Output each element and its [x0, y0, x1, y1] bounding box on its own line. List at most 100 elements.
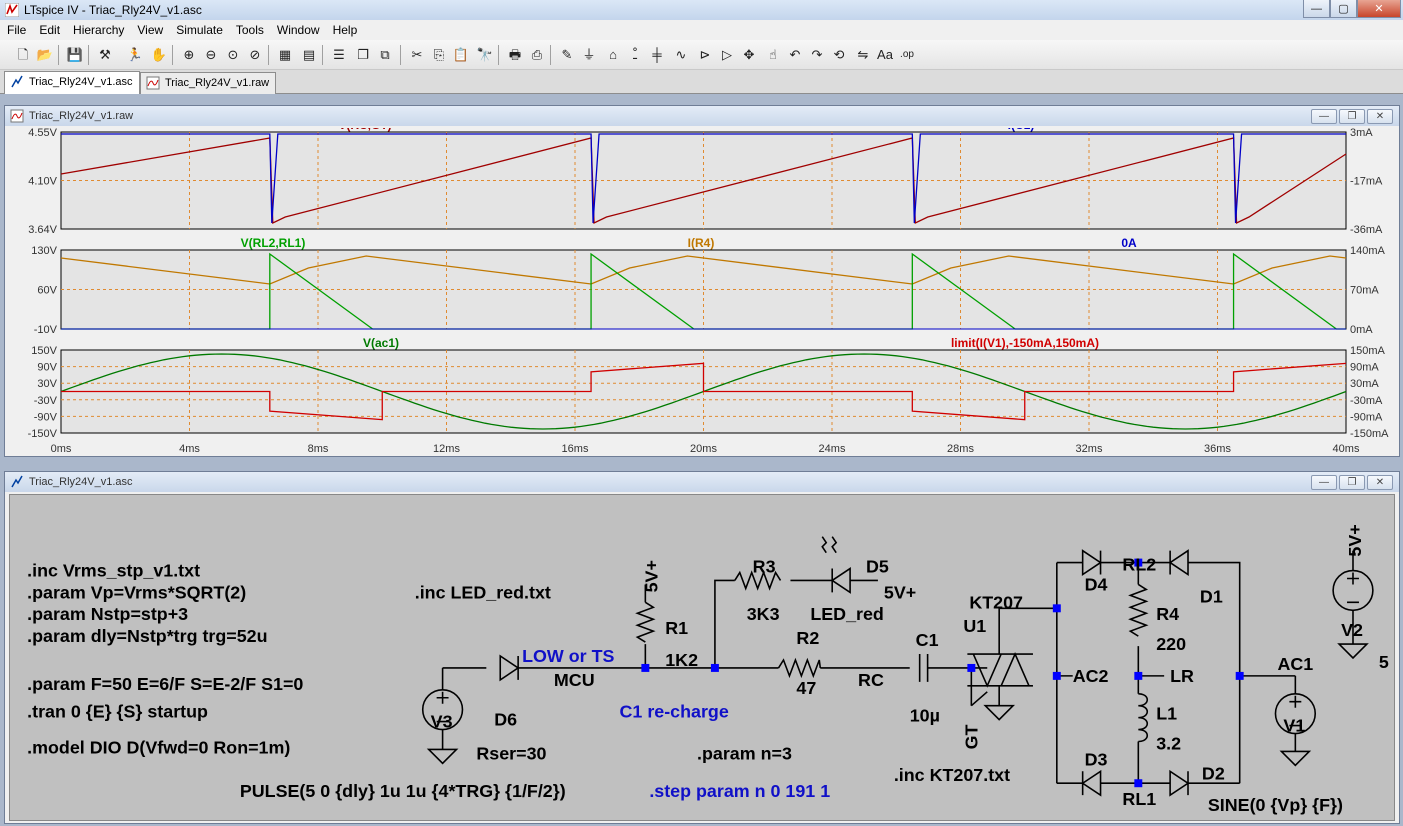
tab-schematic[interactable]: Triac_Rly24V_v1.asc [4, 71, 140, 94]
menu-tools[interactable]: Tools [229, 23, 270, 37]
inc-kt207-directive[interactable]: .inc KT207.txt [894, 765, 1010, 785]
print-icon[interactable]: ⎙ [528, 46, 546, 64]
autorange-icon[interactable]: ▤ [300, 46, 318, 64]
minimize-button[interactable]: — [1311, 109, 1337, 124]
x-tick-label: 36ms [1204, 443, 1231, 455]
menu-hierarchy[interactable]: Hierarchy [66, 23, 130, 37]
restore-button[interactable]: ❐ [1339, 109, 1365, 124]
control-panel-icon[interactable]: ⚒ [96, 46, 114, 64]
v2-value: 5 [1379, 652, 1389, 672]
zoom-cancel-icon[interactable]: ⊘ [246, 46, 264, 64]
schematic-canvas[interactable]: .inc Vrms_stp_v1.txt .param Vp=Vrms*SQRT… [9, 494, 1395, 821]
rser-value[interactable]: Rser=30 [476, 743, 546, 763]
close-button[interactable]: ✕ [1367, 475, 1393, 490]
tab-waveform[interactable]: Triac_Rly24V_v1.raw [140, 72, 277, 94]
left-tick-label: 60V [37, 285, 57, 297]
directive-line[interactable]: .tran 0 {E} {S} startup [27, 702, 208, 722]
x-tick-label: 28ms [947, 443, 974, 455]
net-label-c1-recharge: C1 re-charge [620, 702, 729, 722]
toolbar-separator [498, 45, 499, 65]
copy-icon[interactable]: ⎘ [430, 46, 448, 64]
new-schematic-icon[interactable]: 🗋 [14, 46, 32, 64]
rotate-icon[interactable]: ⟲ [830, 46, 848, 64]
directive-line[interactable]: .inc Vrms_stp_v1.txt [27, 560, 200, 580]
directive-line[interactable]: .param Nstp=stp+3 [27, 604, 188, 624]
toolbar-separator [400, 45, 401, 65]
diode-icon[interactable]: ⊳ [696, 46, 714, 64]
menu-view[interactable]: View [130, 23, 169, 37]
junction-dot [1052, 671, 1061, 680]
close-button[interactable]: ✕ [1357, 0, 1401, 18]
trace-label[interactable]: I(R4) [688, 236, 715, 250]
restore-button[interactable]: ❐ [1339, 475, 1365, 490]
tile-horizontal-icon[interactable]: ☰ [330, 46, 348, 64]
inductor-icon[interactable]: ∿ [672, 46, 690, 64]
zoom-in-icon[interactable]: ⊕ [180, 46, 198, 64]
directive-line[interactable]: .param Vp=Vrms*SQRT(2) [27, 582, 246, 602]
zoom-fit-icon[interactable]: ⊙ [224, 46, 242, 64]
close-button[interactable]: ✕ [1367, 109, 1393, 124]
minimize-button[interactable]: — [1303, 0, 1330, 18]
u1-value: KT207 [969, 592, 1023, 612]
schematic-window-title: Triac_Rly24V_v1.asc [29, 476, 133, 488]
open-icon[interactable]: 📂 [36, 46, 54, 64]
right-tick-label: -90mA [1350, 411, 1383, 423]
pan-icon[interactable]: ✋ [150, 46, 168, 64]
save-icon[interactable]: 💾 [66, 46, 84, 64]
capacitor-icon[interactable]: ╪ [648, 46, 666, 64]
d6-name: D6 [494, 710, 517, 730]
directive-line[interactable]: .model DIO D(Vfwd=0 Ron=1m) [27, 737, 290, 757]
left-tick-label: 90V [37, 362, 57, 374]
maximize-button[interactable]: ▢ [1330, 0, 1357, 18]
run-icon[interactable]: 🏃 [126, 46, 144, 64]
trace-label[interactable]: V(RC,GT) [338, 128, 391, 132]
step-directive[interactable]: .step param n 0 191 1 [649, 781, 830, 801]
menu-help[interactable]: Help [326, 23, 364, 37]
sine-value[interactable]: SINE(0 {Vp} {F}) [1208, 795, 1343, 815]
label-icon[interactable]: ⌂ [604, 46, 622, 64]
trace-label[interactable]: V(ac1) [363, 336, 399, 350]
print-setup-icon[interactable]: 🖶 [506, 46, 524, 64]
junction-dot [641, 663, 650, 672]
wire-icon[interactable]: ✎ [558, 46, 576, 64]
right-tick-label: -150mA [1350, 428, 1389, 440]
trace-label[interactable]: V(RL2,RL1) [241, 236, 306, 250]
pulse-value[interactable]: PULSE(5 0 {dly} 1u 1u {4*TRG} {1/F/2}) [240, 781, 566, 801]
minimize-button[interactable]: — [1311, 475, 1337, 490]
spice-directive-icon[interactable]: .op [898, 46, 916, 64]
trace-label[interactable]: 0A [1121, 236, 1137, 250]
drag-icon[interactable]: ☝ [764, 46, 782, 64]
autorange-icon[interactable]: ▦ [276, 46, 294, 64]
menu-edit[interactable]: Edit [32, 23, 66, 37]
undo-icon[interactable]: ↶ [786, 46, 804, 64]
menu-file[interactable]: File [0, 23, 32, 37]
net-label-ac1: AC1 [1277, 654, 1313, 674]
cut-icon[interactable]: ✂ [408, 46, 426, 64]
move-icon[interactable]: ✥ [740, 46, 758, 64]
left-tick-label: -30V [34, 395, 58, 407]
mirror-icon[interactable]: ⇋ [854, 46, 872, 64]
waveform-icon [146, 76, 160, 90]
trace-label[interactable]: limit(I(V1),-150mA,150mA) [951, 336, 1099, 350]
paste-icon[interactable]: 📋 [452, 46, 470, 64]
zoom-out-icon[interactable]: ⊖ [202, 46, 220, 64]
cascade-icon[interactable]: ❐ [354, 46, 372, 64]
close-all-icon[interactable]: ⧉ [376, 46, 394, 64]
menu-window[interactable]: Window [270, 23, 326, 37]
ltspice-logo-icon [5, 3, 19, 17]
component-icon[interactable]: ▷ [718, 46, 736, 64]
inc-led-directive[interactable]: .inc LED_red.txt [415, 582, 551, 602]
trace-label[interactable]: I(C1) [1008, 128, 1035, 132]
x-tick-label: 24ms [819, 443, 846, 455]
redo-icon[interactable]: ↷ [808, 46, 826, 64]
find-icon[interactable]: 🔭 [476, 46, 494, 64]
menu-simulate[interactable]: Simulate [169, 23, 229, 37]
right-tick-label: 30mA [1350, 378, 1379, 390]
resistor-icon[interactable]: ﹿ [626, 46, 644, 64]
param-n-directive[interactable]: .param n=3 [697, 743, 792, 763]
directive-line[interactable]: .param F=50 E=6/F S=E-2/F S1=0 [27, 674, 303, 694]
ground-icon[interactable]: ⏚ [580, 46, 598, 64]
waveform-plot[interactable]: 4.55V 3mA 4.10V -17mA 3.64V -36mA V(RC,GT) I(C1… [9, 128, 1399, 456]
directive-line[interactable]: .param dly=Nstp*trg trg=52u [27, 626, 267, 646]
text-icon[interactable]: Aa [876, 46, 894, 64]
